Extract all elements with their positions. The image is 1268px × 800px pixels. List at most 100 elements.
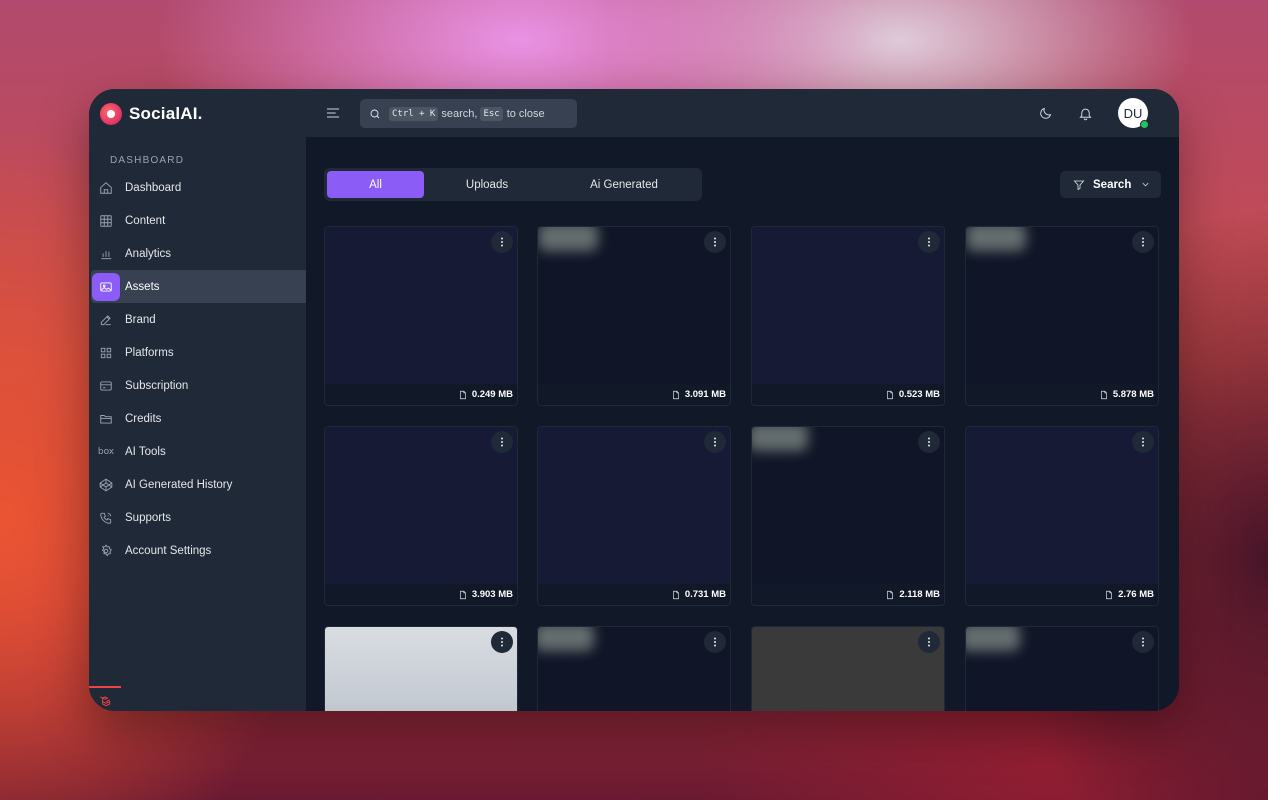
- asset-card[interactable]: 2.76 MB: [965, 426, 1159, 606]
- gear-icon: [92, 537, 120, 565]
- sidebar-item-label: AI Tools: [125, 445, 166, 458]
- asset-card[interactable]: [965, 626, 1159, 711]
- file-icon: [459, 390, 466, 399]
- bar-chart-icon: [92, 240, 120, 268]
- asset-card[interactable]: [537, 626, 731, 711]
- sidebar-nav: Dashboard Content Analytics Assets Brand…: [91, 171, 306, 567]
- more-vertical-icon: [714, 237, 716, 247]
- asset-preview: [538, 427, 730, 584]
- asset-size: 0.249 MB: [458, 389, 513, 400]
- notifications-button[interactable]: [1075, 103, 1095, 123]
- tab-ai-generated[interactable]: Ai Generated: [550, 171, 698, 198]
- asset-size: 5.878 MB: [1099, 389, 1154, 400]
- asset-card[interactable]: 3.091 MB: [537, 226, 731, 406]
- asset-card[interactable]: 2.118 MB: [751, 426, 945, 606]
- asset-menu-button[interactable]: [491, 631, 513, 653]
- filter-icon: [1073, 180, 1085, 190]
- sidebar-item-label: AI Generated History: [125, 478, 233, 491]
- asset-card[interactable]: 0.731 MB: [537, 426, 731, 606]
- search-hint-text-close: to close: [506, 107, 545, 120]
- more-vertical-icon: [1142, 637, 1144, 647]
- asset-photo-village: [325, 627, 517, 711]
- asset-preview: [752, 227, 944, 384]
- asset-menu-button[interactable]: [918, 231, 940, 253]
- asset-menu-button[interactable]: [1132, 631, 1154, 653]
- asset-menu-button[interactable]: [704, 231, 726, 253]
- sidebar: SocialAI. DASHBOARD Dashboard Content An…: [89, 89, 306, 711]
- sidebar-item-account-settings[interactable]: Account Settings: [91, 534, 306, 567]
- blurred-thumbnail: [752, 427, 808, 451]
- blurred-thumbnail: [538, 227, 598, 251]
- asset-size: 2.76 MB: [1104, 589, 1154, 600]
- file-icon: [459, 590, 466, 599]
- grid-icon: [92, 207, 120, 235]
- sidebar-item-supports[interactable]: Supports: [91, 501, 306, 534]
- sidebar-item-content[interactable]: Content: [91, 204, 306, 237]
- search-input[interactable]: Ctrl + K search, Esc to close: [360, 99, 577, 128]
- more-vertical-icon: [928, 237, 930, 247]
- menu-toggle-button[interactable]: [323, 103, 343, 123]
- chevron-down-icon: [1142, 182, 1149, 187]
- tab-uploads[interactable]: Uploads: [424, 171, 550, 198]
- app-name: SocialAI.: [129, 104, 203, 123]
- asset-card[interactable]: [751, 626, 945, 711]
- asset-size: 0.523 MB: [885, 389, 940, 400]
- app-window: SocialAI. DASHBOARD Dashboard Content An…: [89, 89, 1179, 711]
- online-status-dot: [1140, 120, 1149, 129]
- asset-card[interactable]: 0.523 MB: [751, 226, 945, 406]
- sidebar-item-subscription[interactable]: Subscription: [91, 369, 306, 402]
- asset-card[interactable]: [324, 626, 518, 711]
- asset-size: 3.091 MB: [671, 389, 726, 400]
- blurred-thumbnail: [966, 227, 1026, 251]
- asset-size: 0.731 MB: [671, 589, 726, 600]
- asset-size-text: 0.731 MB: [684, 589, 726, 600]
- box-icon-text: box: [97, 446, 115, 457]
- sidebar-item-assets[interactable]: Assets: [91, 270, 306, 303]
- sidebar-item-ai-tools[interactable]: box AI Tools: [91, 435, 306, 468]
- file-icon: [1100, 390, 1107, 399]
- sidebar-item-platforms[interactable]: Platforms: [91, 336, 306, 369]
- asset-card[interactable]: 3.903 MB: [324, 426, 518, 606]
- asset-menu-button[interactable]: [918, 631, 940, 653]
- asset-menu-button[interactable]: [1132, 431, 1154, 453]
- more-vertical-icon: [928, 637, 930, 647]
- search-filter-button[interactable]: Search: [1060, 171, 1161, 198]
- sidebar-item-dashboard[interactable]: Dashboard: [91, 171, 306, 204]
- file-icon: [886, 390, 893, 399]
- app-logo[interactable]: SocialAI.: [100, 102, 203, 126]
- sidebar-item-label: Brand: [125, 313, 156, 326]
- asset-card[interactable]: 0.249 MB: [324, 226, 518, 406]
- asset-menu-button[interactable]: [704, 431, 726, 453]
- asset-preview: [752, 627, 944, 711]
- asset-card[interactable]: 5.878 MB: [965, 226, 1159, 406]
- asset-menu-button[interactable]: [1132, 231, 1154, 253]
- tab-all[interactable]: All: [327, 171, 424, 198]
- asset-menu-button[interactable]: [704, 631, 726, 653]
- asset-menu-button[interactable]: [918, 431, 940, 453]
- more-vertical-icon: [714, 637, 716, 647]
- top-bar: Ctrl + K search, Esc to close DU: [306, 89, 1179, 137]
- dark-mode-toggle[interactable]: [1035, 103, 1055, 123]
- sidebar-item-label: Platforms: [125, 346, 174, 359]
- asset-menu-button[interactable]: [491, 231, 513, 253]
- asset-size: 3.903 MB: [458, 589, 513, 600]
- asset-size-text: 2.76 MB: [1118, 589, 1154, 600]
- asset-preview: [325, 227, 517, 384]
- blurred-thumbnail: [538, 627, 594, 651]
- codepen-icon: [92, 471, 120, 499]
- logo-icon: [100, 103, 122, 125]
- shortcut-key-ctrl-k: Ctrl + K: [389, 106, 439, 121]
- sidebar-item-label: Content: [125, 214, 166, 227]
- asset-menu-button[interactable]: [491, 431, 513, 453]
- asset-size: 2.118 MB: [885, 589, 940, 600]
- sidebar-item-label: Assets: [125, 280, 160, 293]
- search-filter-label: Search: [1093, 178, 1132, 191]
- sidebar-item-brand[interactable]: Brand: [91, 303, 306, 336]
- sidebar-item-analytics[interactable]: Analytics: [91, 237, 306, 270]
- file-icon: [1106, 590, 1112, 599]
- sidebar-item-ai-generated-history[interactable]: AI Generated History: [91, 468, 306, 501]
- bell-icon: [1078, 108, 1092, 120]
- apps-icon: [92, 339, 120, 367]
- laravel-logo: [89, 686, 121, 711]
- sidebar-item-credits[interactable]: Credits: [91, 402, 306, 435]
